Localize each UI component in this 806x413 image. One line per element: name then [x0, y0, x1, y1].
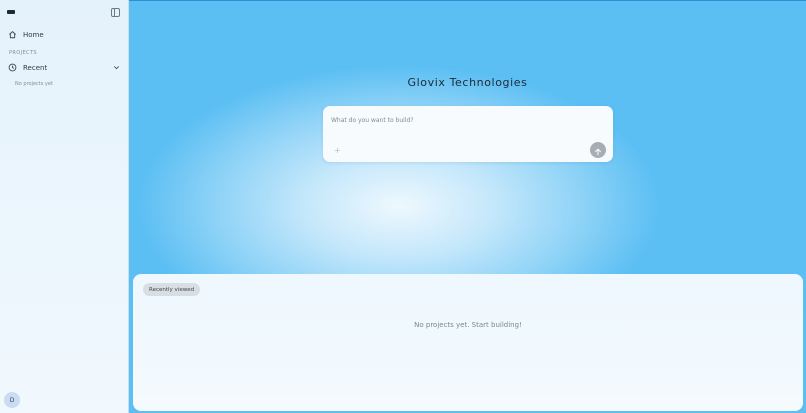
avatar[interactable]: D: [4, 392, 20, 408]
sidebar-item-label: Home: [23, 31, 44, 39]
prompt-input[interactable]: [331, 114, 591, 126]
app-window: Home PROJECTS Recent No projects yet D G…: [0, 0, 806, 413]
sidebar-item-home[interactable]: Home: [8, 29, 44, 41]
attach-button[interactable]: +: [334, 147, 341, 155]
send-button[interactable]: [590, 142, 606, 158]
sidebar-item-label: Recent: [23, 64, 48, 72]
recently-viewed-panel: Recently viewed No projects yet. Start b…: [133, 274, 803, 411]
recently-viewed-tab[interactable]: Recently viewed: [143, 283, 201, 296]
clock-icon: [8, 63, 17, 74]
page-title: Glovix Technologies: [407, 76, 528, 89]
section-label-projects: PROJECTS: [9, 50, 37, 56]
sidebar: Home PROJECTS Recent No projects yet D: [0, 0, 129, 413]
sidebar-item-recent[interactable]: Recent: [8, 62, 120, 74]
logo[interactable]: [7, 10, 15, 14]
main-area: Glovix Technologies + Recently viewed No…: [129, 0, 806, 413]
chevron-down-icon[interactable]: [113, 64, 120, 73]
arrow-up-icon: [594, 141, 602, 160]
recent-empty-note: No projects yet: [15, 81, 53, 87]
sidebar-toggle-icon[interactable]: [111, 8, 120, 17]
empty-state-text: No projects yet. Start building!: [414, 321, 522, 329]
prompt-box: +: [323, 106, 613, 162]
home-icon: [8, 30, 17, 41]
